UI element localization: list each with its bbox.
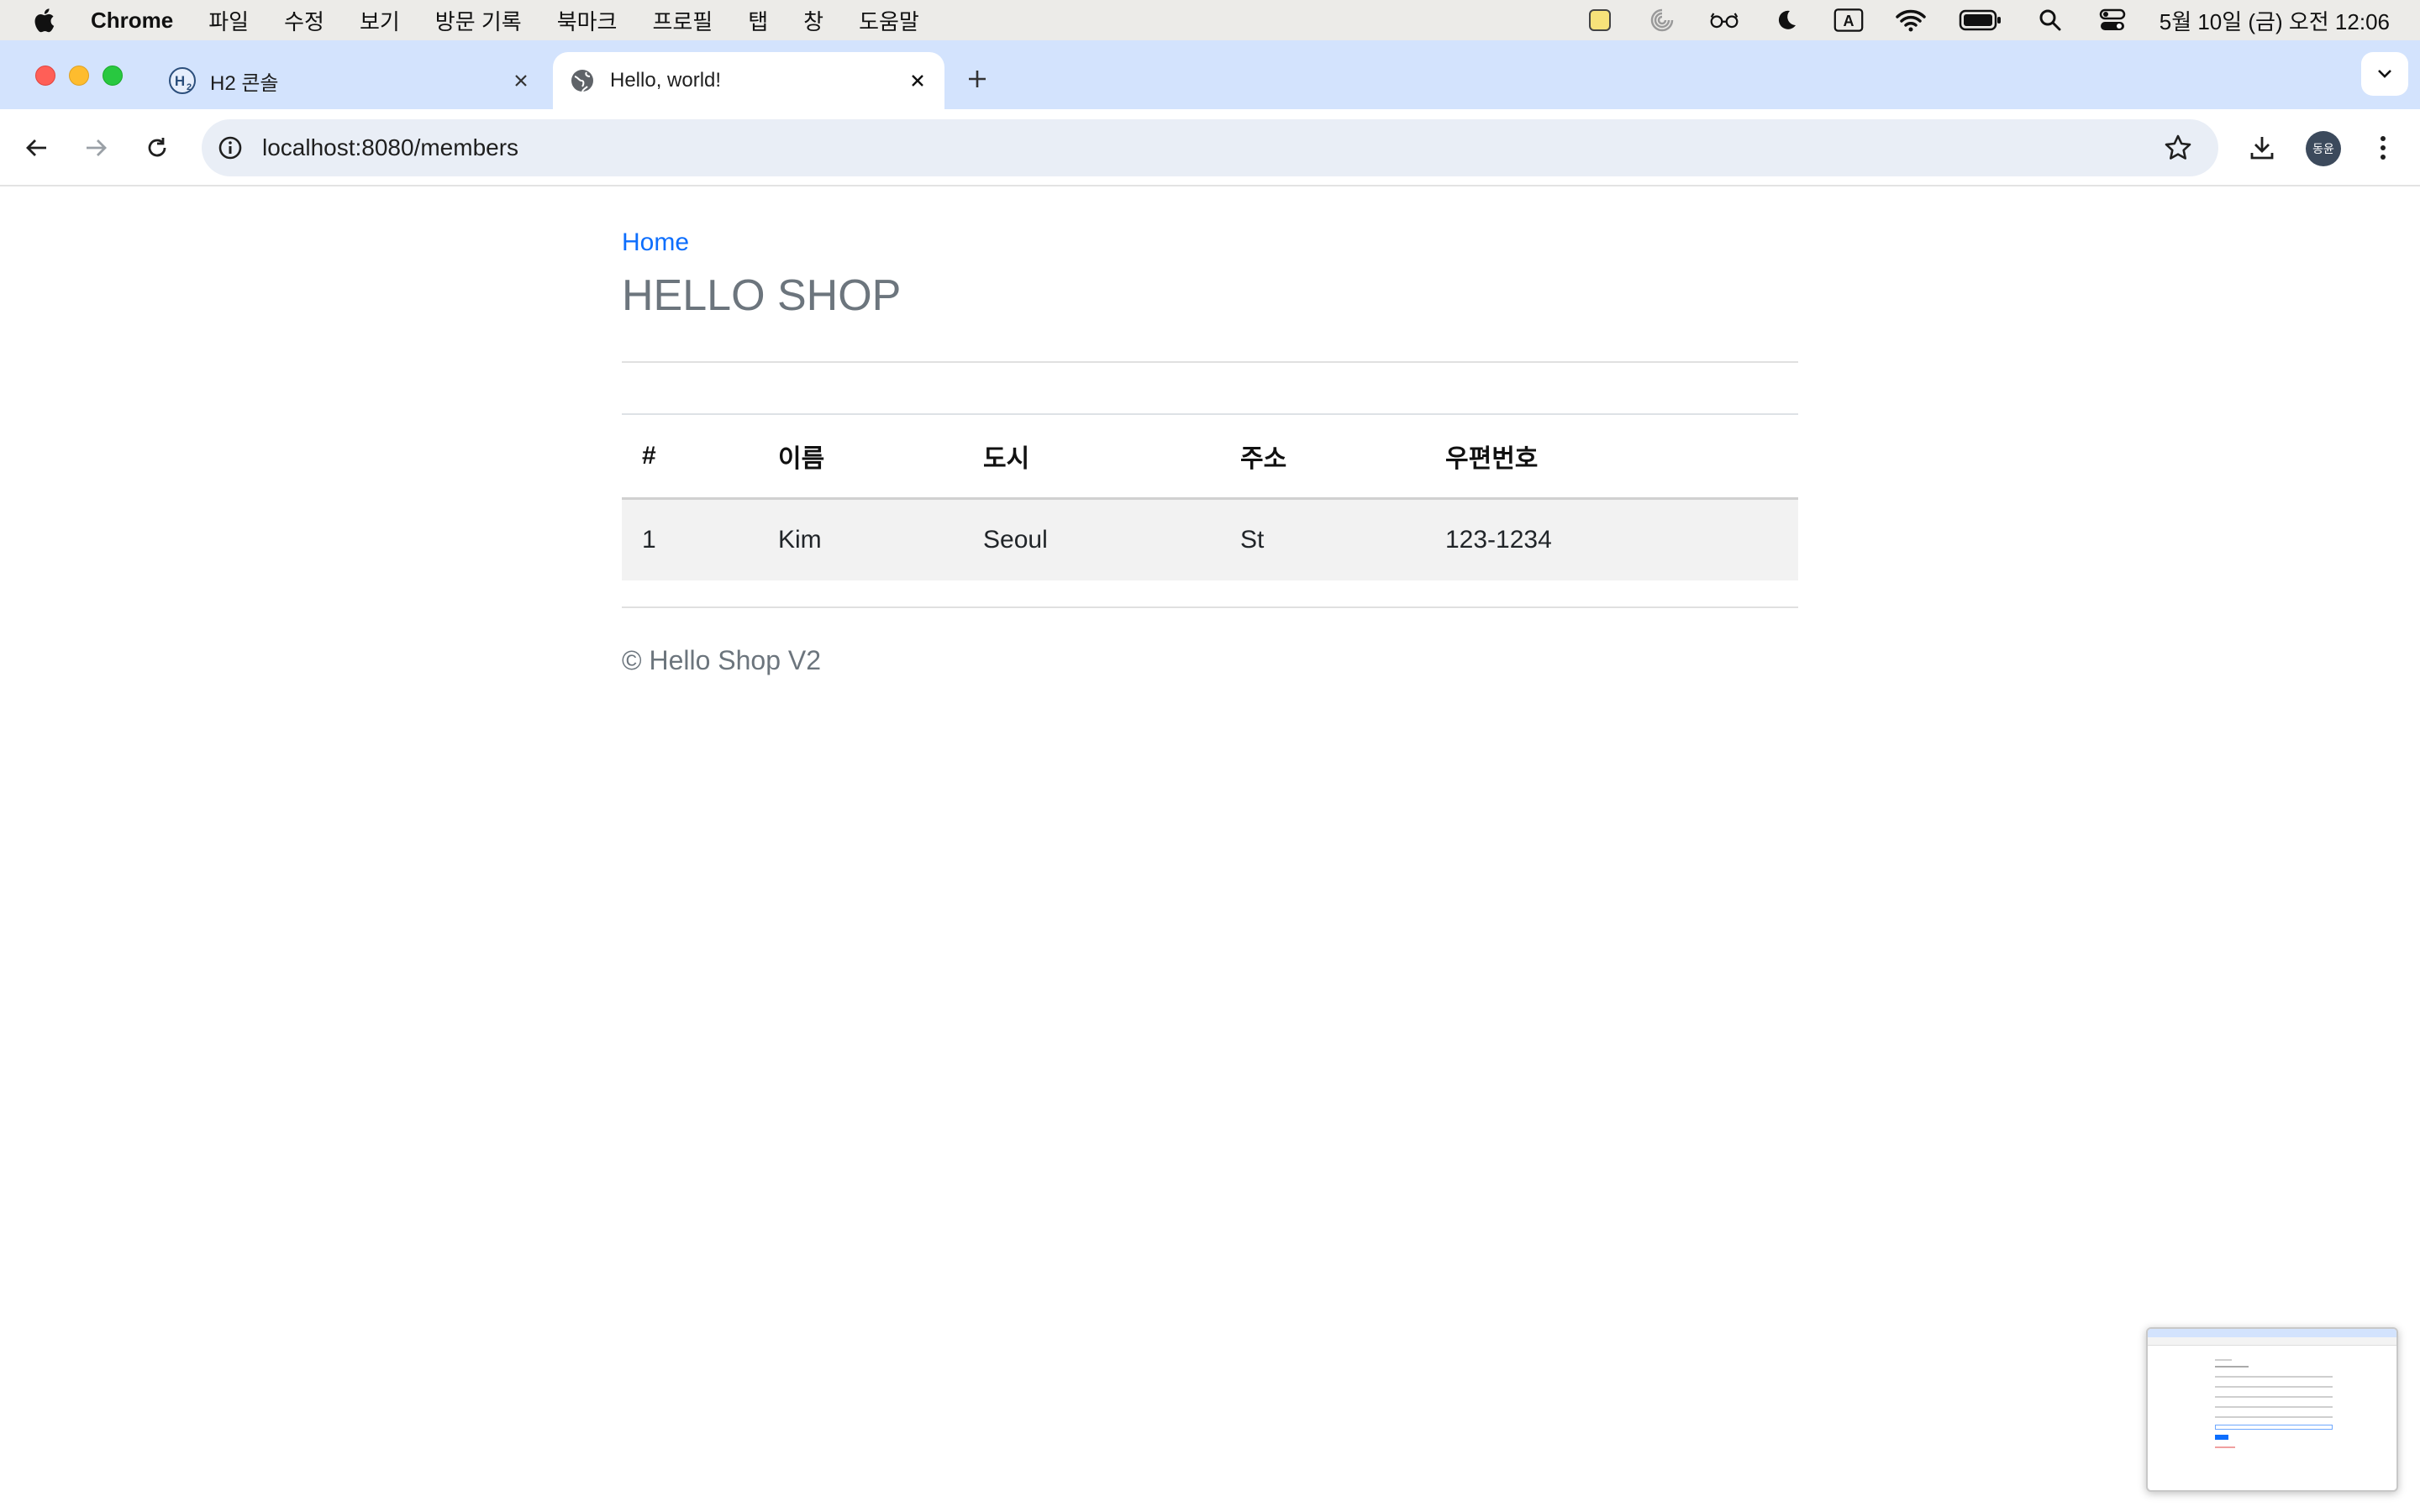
footer-text: © Hello Shop V2 bbox=[622, 645, 822, 675]
site-info-icon[interactable] bbox=[213, 131, 247, 165]
page-title: HELLO SHOP bbox=[622, 271, 902, 320]
thumbnail-line bbox=[2215, 1386, 2333, 1388]
table-header-row: # 이름 도시 주소 우편번호 bbox=[622, 414, 1798, 498]
menu-edit[interactable]: 수정 bbox=[284, 5, 324, 36]
tab-search-button[interactable] bbox=[2361, 52, 2408, 96]
browser-toolbar: localhost:8080/members 동윤 bbox=[0, 109, 2420, 186]
svg-text:A: A bbox=[1843, 13, 1854, 29]
cell-zipcode: 123-1234 bbox=[1445, 525, 1552, 554]
column-header-name: 이름 bbox=[778, 444, 825, 473]
menu-profiles[interactable]: 프로필 bbox=[652, 5, 713, 36]
column-header-city: 도시 bbox=[983, 444, 1030, 473]
address-bar[interactable]: localhost:8080/members bbox=[202, 119, 2218, 176]
cell-id: 1 bbox=[642, 525, 656, 554]
apple-menu-icon[interactable] bbox=[34, 6, 57, 34]
control-center-icon[interactable] bbox=[2097, 5, 2128, 35]
zoom-window-button[interactable] bbox=[103, 66, 123, 86]
notes-icon[interactable] bbox=[1585, 5, 1615, 35]
menu-tab[interactable]: 탭 bbox=[748, 5, 768, 36]
thumbnail-line bbox=[2215, 1446, 2235, 1448]
wifi-icon[interactable] bbox=[1895, 5, 1926, 35]
table-row: 1 Kim Seoul St 123-1234 bbox=[622, 498, 1798, 580]
thumbnail-line bbox=[2215, 1416, 2333, 1418]
home-link[interactable]: Home bbox=[622, 228, 689, 257]
cell-name: Kim bbox=[778, 525, 822, 554]
thumbnail-button bbox=[2215, 1435, 2228, 1440]
chrome-menu-button[interactable] bbox=[2363, 128, 2403, 168]
svg-text:2: 2 bbox=[187, 82, 192, 92]
thumbnail-tab-strip bbox=[2148, 1329, 2396, 1337]
column-header-zipcode: 우편번호 bbox=[1445, 444, 1539, 473]
menu-bar-clock[interactable]: 5월 10일 (금) 오전 12:06 bbox=[2160, 5, 2390, 36]
bookmark-star-icon[interactable] bbox=[2160, 129, 2196, 166]
footer-divider bbox=[622, 606, 1798, 608]
tab-title: Hello, world! bbox=[610, 69, 722, 92]
close-tab-icon[interactable] bbox=[506, 66, 536, 96]
h2-icon: H2 bbox=[168, 66, 197, 95]
battery-icon[interactable] bbox=[1958, 5, 2003, 35]
macos-menu-bar: Chrome 파일 수정 보기 방문 기록 북마크 프로필 탭 창 도움말 A bbox=[0, 0, 2420, 40]
thumbnail-line bbox=[2215, 1396, 2333, 1398]
tab-title: H2 콘솔 bbox=[210, 71, 279, 95]
menu-window[interactable]: 창 bbox=[803, 5, 823, 36]
column-header-street: 주소 bbox=[1240, 444, 1287, 473]
menu-help[interactable]: 도움말 bbox=[859, 5, 919, 36]
menu-history[interactable]: 방문 기록 bbox=[435, 5, 522, 36]
thumbnail-line bbox=[2215, 1376, 2333, 1378]
thumbnail-field bbox=[2215, 1425, 2333, 1430]
menu-view[interactable]: 보기 bbox=[360, 5, 400, 36]
input-source-icon[interactable]: A bbox=[1833, 5, 1864, 35]
reload-button[interactable] bbox=[137, 128, 177, 168]
new-tab-button[interactable] bbox=[960, 62, 994, 96]
back-button[interactable] bbox=[17, 128, 57, 168]
header-divider bbox=[622, 361, 1798, 363]
thumbnail-line bbox=[2215, 1359, 2232, 1361]
spotlight-search-icon[interactable] bbox=[2035, 5, 2065, 35]
tab-strip: H2 H2 콘솔 Hello, world! bbox=[0, 40, 2420, 109]
close-window-button[interactable] bbox=[35, 66, 55, 86]
thumbnail-line bbox=[2215, 1366, 2249, 1368]
svg-text:H: H bbox=[175, 73, 185, 89]
tab-h2-console[interactable]: H2 H2 콘솔 bbox=[160, 52, 548, 109]
profile-avatar[interactable]: 동윤 bbox=[2306, 131, 2341, 166]
members-table: # 이름 도시 주소 우편번호 1 Kim Seoul St 123-1234 bbox=[622, 413, 1798, 580]
downloads-button[interactable] bbox=[2242, 128, 2282, 168]
app-name-menu[interactable]: Chrome bbox=[91, 8, 173, 34]
moon-icon[interactable] bbox=[1771, 5, 1802, 35]
close-tab-icon[interactable] bbox=[902, 66, 933, 96]
globe-icon bbox=[568, 66, 597, 95]
cell-street: St bbox=[1240, 525, 1265, 554]
screenshot-thumbnail[interactable] bbox=[2146, 1327, 2398, 1492]
spiral-icon[interactable] bbox=[1647, 5, 1677, 35]
menu-bookmarks[interactable]: 북마크 bbox=[557, 5, 618, 36]
status-area: A 5월 10일 (금) 오전 12:06 bbox=[1585, 0, 2420, 40]
cell-city: Seoul bbox=[983, 525, 1048, 554]
minimize-window-button[interactable] bbox=[69, 66, 89, 86]
glasses-icon[interactable] bbox=[1709, 5, 1739, 35]
column-header-id: # bbox=[642, 441, 656, 470]
url-text[interactable]: localhost:8080/members bbox=[262, 134, 2160, 161]
thumbnail-toolbar bbox=[2148, 1337, 2396, 1346]
tab-hello-world[interactable]: Hello, world! bbox=[553, 52, 944, 109]
menu-file[interactable]: 파일 bbox=[208, 5, 249, 36]
forward-button[interactable] bbox=[76, 128, 116, 168]
thumbnail-line bbox=[2215, 1406, 2333, 1408]
